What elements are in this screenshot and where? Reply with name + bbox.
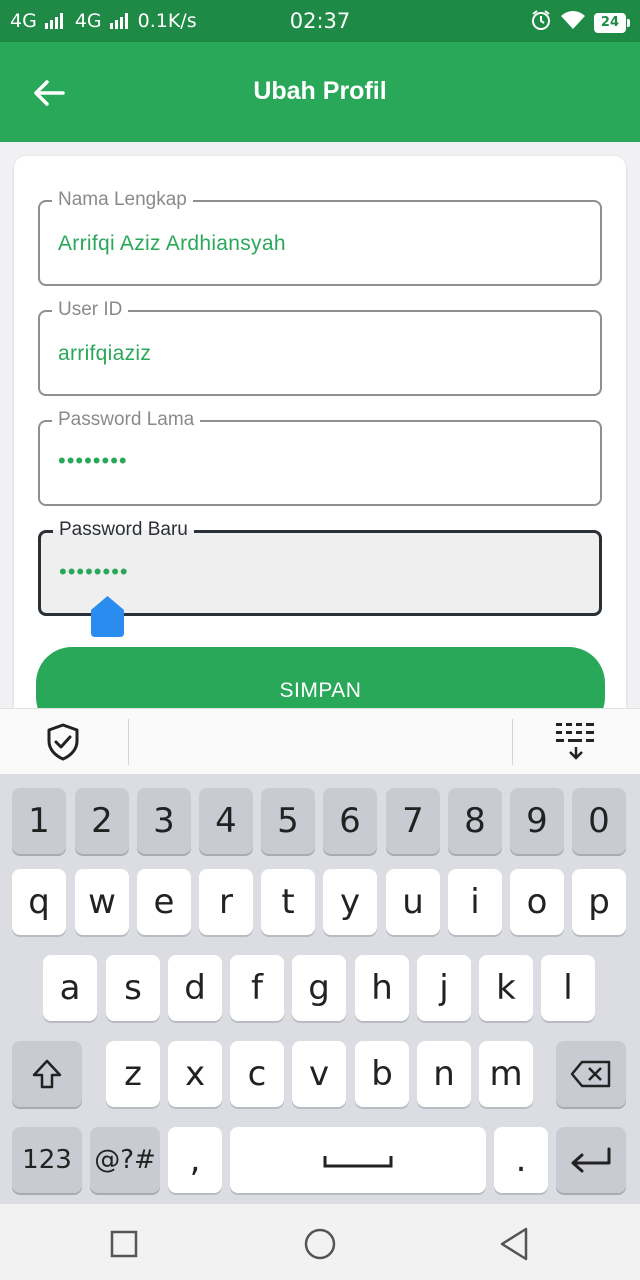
field-label: Password Lama <box>52 408 201 432</box>
hide-keyboard-icon[interactable] <box>554 721 598 765</box>
enter-icon <box>571 1147 611 1173</box>
key-b[interactable]: b <box>355 1041 409 1107</box>
full-name-field[interactable]: Nama Lengkap Arrifqi Aziz Ardhiansyah <box>38 188 602 286</box>
key-g[interactable]: g <box>292 955 346 1021</box>
key-e[interactable]: e <box>137 869 191 935</box>
space-icon <box>323 1156 393 1168</box>
field-label: Nama Lengkap <box>52 188 193 212</box>
toolbar-divider <box>128 719 129 765</box>
system-navigation-bar <box>0 1204 640 1280</box>
key-1[interactable]: 1 <box>12 788 66 854</box>
key-3[interactable]: 3 <box>137 788 191 854</box>
home-button[interactable] <box>300 1224 340 1264</box>
page-title: Ubah Profil <box>253 77 387 105</box>
key-w[interactable]: w <box>75 869 129 935</box>
text-cursor-handle[interactable] <box>91 596 124 637</box>
key-q[interactable]: q <box>12 869 66 935</box>
key-n[interactable]: n <box>417 1041 471 1107</box>
back-nav-button[interactable] <box>494 1224 534 1264</box>
field-label: Password Baru <box>53 518 194 542</box>
key-h[interactable]: h <box>355 955 409 1021</box>
field-value: Arrifqi Aziz Ardhiansyah <box>58 232 286 255</box>
key-8[interactable]: 8 <box>448 788 502 854</box>
backspace-icon <box>570 1060 611 1088</box>
keyboard-toolbar <box>0 708 640 774</box>
app-bar: Ubah Profil <box>0 42 640 142</box>
key-j[interactable]: j <box>417 955 471 1021</box>
battery-icon: 24 <box>593 12 630 33</box>
key-r[interactable]: r <box>199 869 253 935</box>
backspace-key[interactable] <box>556 1041 626 1107</box>
key-f[interactable]: f <box>230 955 284 1021</box>
symbols-key[interactable]: @?# <box>90 1127 160 1193</box>
key-z[interactable]: z <box>106 1041 160 1107</box>
field-value: •••••••• <box>58 448 128 473</box>
key-5[interactable]: 5 <box>261 788 315 854</box>
user-id-field[interactable]: User ID arrifqiaziz <box>38 298 602 396</box>
key-o[interactable]: o <box>510 869 564 935</box>
key-y[interactable]: y <box>323 869 377 935</box>
numbers-key[interactable]: 123 <box>12 1127 82 1193</box>
field-label: User ID <box>52 298 129 322</box>
period-key[interactable]: . <box>494 1127 548 1193</box>
shift-icon <box>32 1059 62 1089</box>
old-password-field[interactable]: Password Lama •••••••• <box>38 408 602 506</box>
key-4[interactable]: 4 <box>199 788 253 854</box>
wifi-icon <box>560 10 586 35</box>
battery-level: 24 <box>593 12 626 33</box>
alarm-icon <box>530 9 552 36</box>
key-i[interactable]: i <box>448 869 502 935</box>
key-d[interactable]: d <box>168 955 222 1021</box>
key-m[interactable]: m <box>479 1041 533 1107</box>
space-key[interactable] <box>230 1127 486 1193</box>
recents-button[interactable] <box>104 1224 144 1264</box>
key-k[interactable]: k <box>479 955 533 1021</box>
shift-key[interactable] <box>12 1041 82 1107</box>
key-9[interactable]: 9 <box>510 788 564 854</box>
key-c[interactable]: c <box>230 1041 284 1107</box>
key-v[interactable]: v <box>292 1041 346 1107</box>
key-6[interactable]: 6 <box>323 788 377 854</box>
key-l[interactable]: l <box>541 955 595 1021</box>
field-value: •••••••• <box>59 559 129 584</box>
field-value: arrifqiaziz <box>58 342 152 365</box>
key-s[interactable]: s <box>106 955 160 1021</box>
circle-icon <box>304 1228 336 1260</box>
key-p[interactable]: p <box>572 869 626 935</box>
square-icon <box>110 1230 138 1258</box>
triangle-back-icon <box>500 1227 528 1261</box>
soft-keyboard: 1 2 3 4 5 6 7 8 9 0 q w e r t y u i o p … <box>0 774 640 1204</box>
enter-key[interactable] <box>556 1127 626 1193</box>
key-0[interactable]: 0 <box>572 788 626 854</box>
key-u[interactable]: u <box>386 869 440 935</box>
key-x[interactable]: x <box>168 1041 222 1107</box>
key-7[interactable]: 7 <box>386 788 440 854</box>
key-2[interactable]: 2 <box>75 788 129 854</box>
key-t[interactable]: t <box>261 869 315 935</box>
system-icons: 24 <box>530 9 630 36</box>
shield-check-icon[interactable] <box>46 723 80 765</box>
status-bar: 4G 4G 0.1K/s 02:37 24 <box>0 0 640 42</box>
toolbar-divider <box>512 719 513 765</box>
comma-key[interactable]: , <box>168 1127 222 1193</box>
key-a[interactable]: a <box>43 955 97 1021</box>
